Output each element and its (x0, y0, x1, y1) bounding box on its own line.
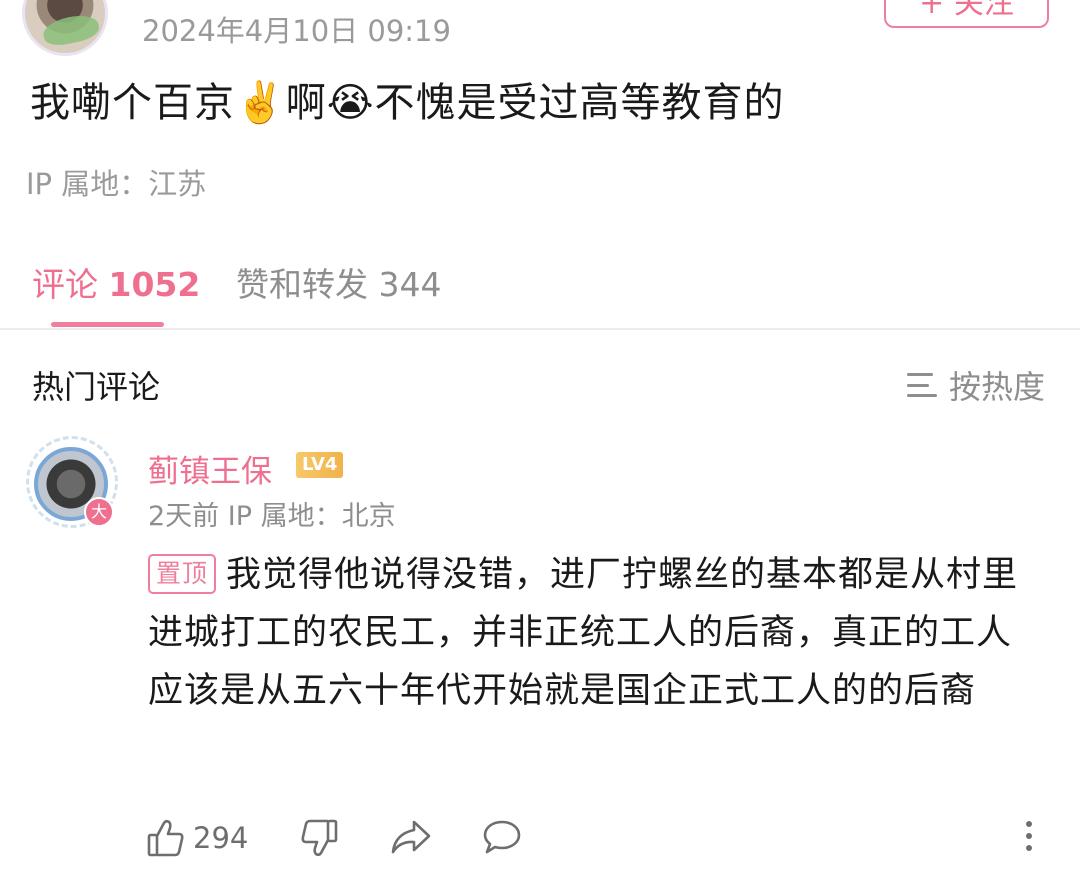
level-badge: LV4 (296, 452, 344, 478)
avatar-decoration (40, 11, 102, 49)
post-date: 2024年4月10日 09:19 (142, 14, 451, 48)
sort-lines-icon (907, 373, 939, 397)
sort-button[interactable]: 按热度 (907, 362, 1045, 408)
author-avatar[interactable] (22, 0, 108, 56)
tab-comments[interactable]: 评论 1052 (32, 258, 200, 306)
comment-page: 2024年4月10日 09:19 + 关注 我嘞个百京✌️啊😭不愧是受过高等教育… (0, 0, 1080, 894)
sort-label: 按热度 (949, 368, 1046, 406)
follow-button[interactable]: + 关注 (884, 0, 1049, 28)
thumbs-up-icon (147, 818, 185, 858)
avatar-badge: 大 (84, 497, 114, 527)
like-button[interactable]: 294 (147, 818, 248, 858)
reply-button[interactable] (482, 818, 522, 856)
comment-text: 我觉得他说得没错，进厂拧螺丝的基本都是从村里进城打工的农民工，并非正统工人的后裔… (148, 555, 1019, 711)
commenter-avatar[interactable]: 大 (34, 447, 114, 527)
share-button[interactable] (390, 818, 432, 856)
commenter-username[interactable]: 蓟镇王保 (148, 446, 272, 491)
more-options-button[interactable] (1022, 818, 1036, 854)
comment-meta: 2天前 IP 属地：北京 (148, 501, 396, 532)
tab-comments-label: 评论 (32, 265, 98, 304)
share-icon (390, 818, 432, 856)
tab-likes-reposts[interactable]: 赞和转发 344 (236, 258, 441, 306)
divider (0, 328, 1080, 330)
pinned-tag: 置顶 (148, 554, 217, 594)
thumbs-down-icon (300, 818, 338, 858)
hot-comments-title: 热门评论 (32, 368, 161, 406)
post-ip-location: IP 属地：江苏 (26, 167, 207, 201)
more-vertical-icon (1022, 818, 1036, 854)
comment-icon (482, 818, 522, 856)
comment-body: 置顶 我觉得他说得没错，进厂拧螺丝的基本都是从村里进城打工的农民工，并非正统工人的… (148, 546, 1028, 720)
active-tab-indicator (51, 322, 164, 327)
dislike-button[interactable] (300, 818, 338, 858)
tab-comments-count: 1052 (108, 265, 201, 304)
post-text: 我嘞个百京✌️啊😭不愧是受过高等教育的 (30, 80, 785, 126)
like-count: 294 (193, 821, 249, 855)
